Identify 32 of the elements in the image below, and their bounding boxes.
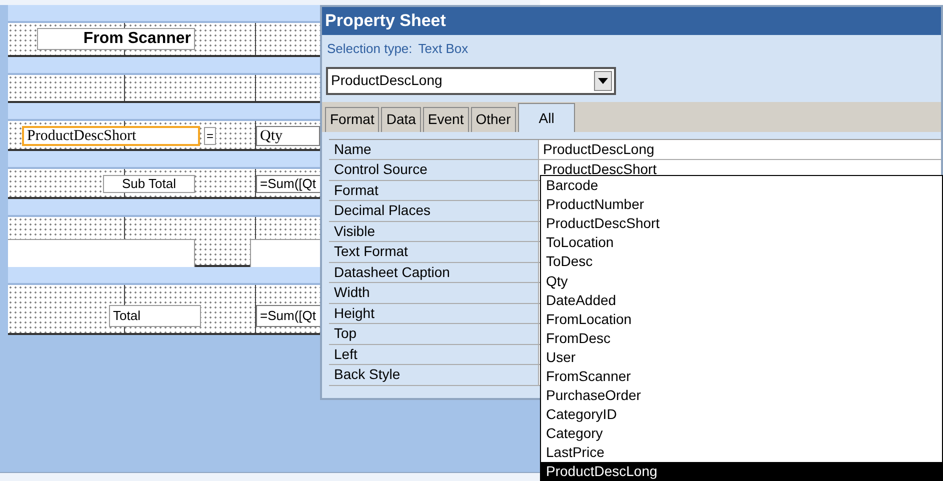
list-item[interactable]: PurchaseOrder bbox=[541, 386, 942, 406]
tab[interactable]: Other bbox=[470, 106, 516, 132]
selection-type: Text Box bbox=[418, 40, 468, 58]
window-title: Property Sheet bbox=[322, 7, 941, 35]
text-box[interactable]: Qty bbox=[256, 126, 320, 146]
tab[interactable]: Event bbox=[422, 106, 469, 132]
text-box[interactable]: ProductDescShort bbox=[22, 126, 200, 146]
list-item[interactable]: ProductDescLong bbox=[541, 462, 942, 481]
list-item[interactable]: FromDesc bbox=[541, 328, 942, 348]
object-dropdown[interactable]: ProductDescLong bbox=[326, 66, 616, 94]
tab[interactable]: All bbox=[518, 102, 576, 132]
property-value[interactable]: ProductDescLong bbox=[539, 140, 941, 159]
tab[interactable]: Data bbox=[381, 106, 421, 132]
list-item[interactable]: LastPrice bbox=[541, 443, 942, 462]
list-item[interactable]: DateAdded bbox=[541, 290, 942, 310]
list-item[interactable]: CategoryID bbox=[541, 405, 942, 424]
list-item[interactable]: ProductDescShort bbox=[541, 214, 942, 234]
tab[interactable]: Format bbox=[325, 106, 380, 132]
label-control[interactable]: Sub Total bbox=[103, 175, 195, 193]
list-item[interactable]: Category bbox=[541, 424, 942, 444]
label-control[interactable]: Total bbox=[109, 305, 201, 327]
list-item[interactable]: ToDesc bbox=[541, 252, 942, 272]
selection-type-label: Selection type: bbox=[327, 40, 412, 58]
list-item[interactable]: FromScanner bbox=[541, 366, 942, 386]
property-name: Left bbox=[329, 344, 539, 364]
label-control[interactable]: From Scanner bbox=[37, 28, 195, 50]
list-item[interactable]: FromLocation bbox=[541, 310, 942, 329]
list-item[interactable]: ProductNumber bbox=[541, 195, 942, 214]
list-item[interactable]: ToLocation bbox=[541, 233, 942, 252]
list-item[interactable]: User bbox=[541, 348, 942, 367]
label-control[interactable]: = bbox=[204, 127, 216, 145]
list-item[interactable]: Qty bbox=[541, 271, 942, 291]
